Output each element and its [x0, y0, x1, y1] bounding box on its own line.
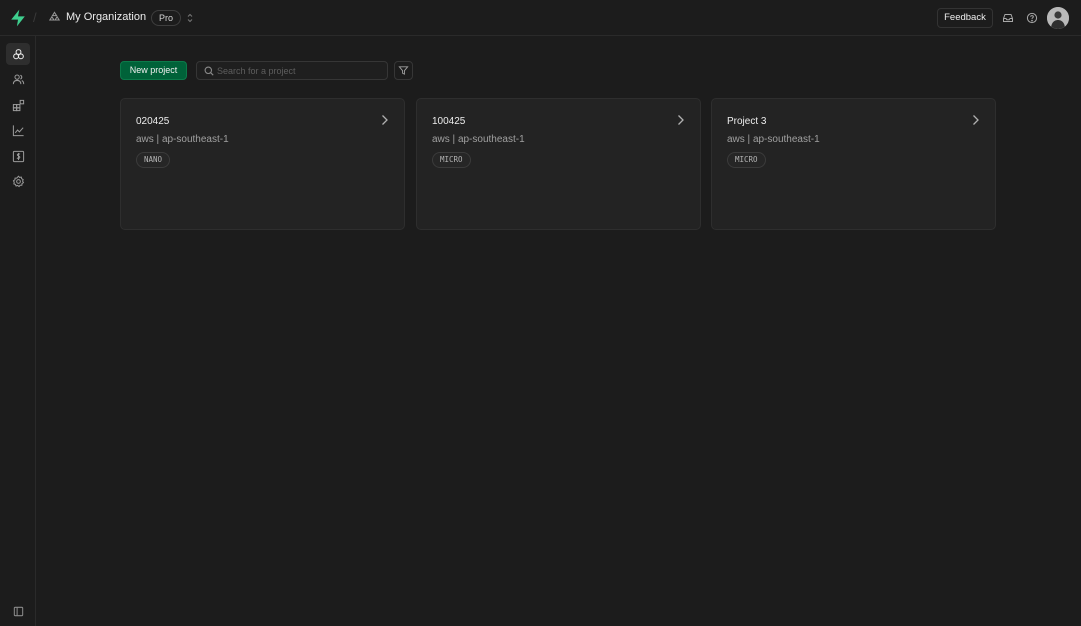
sidebar-item-team[interactable]: [6, 68, 30, 90]
filter-button[interactable]: [394, 61, 413, 80]
chevron-right-icon: [973, 115, 979, 125]
new-project-button[interactable]: New project: [120, 61, 187, 80]
project-region: aws | ap-southeast-1: [136, 134, 229, 145]
chevron-up-down-icon[interactable]: [186, 12, 194, 24]
compute-size-badge: MICRO: [432, 152, 471, 168]
usage-icon: [12, 124, 24, 136]
project-card[interactable]: 100425 aws | ap-southeast-1 MICRO: [416, 98, 701, 230]
organization-name[interactable]: My Organization: [66, 11, 146, 23]
sidebar: [0, 36, 36, 626]
sidebar-collapse-button[interactable]: [6, 600, 30, 622]
sidebar-item-projects[interactable]: [6, 43, 30, 65]
search-input[interactable]: [217, 63, 382, 78]
search-icon: [204, 66, 214, 76]
compute-size-badge: NANO: [136, 152, 171, 168]
inbox-icon[interactable]: [1002, 12, 1014, 24]
chevron-right-icon: [678, 115, 684, 125]
plan-badge: Pro: [151, 10, 182, 26]
sidebar-item-billing[interactable]: [6, 145, 30, 167]
integrations-icon: [12, 99, 24, 111]
filter-icon: [398, 66, 409, 75]
organization-icon: [48, 11, 61, 21]
sidebar-toggle-icon: [13, 606, 23, 616]
project-card[interactable]: 020425 aws | ap-southeast-1 NANO: [120, 98, 405, 230]
project-name: 020425: [136, 116, 170, 127]
project-name: 100425: [432, 116, 466, 127]
projects-icon: [12, 48, 24, 59]
top-bar: / My Organization Pro Feedback: [0, 0, 1081, 36]
project-name: Project 3: [727, 116, 767, 127]
compute-size-badge: MICRO: [727, 152, 766, 168]
project-card[interactable]: Project 3 aws | ap-southeast-1 MICRO: [711, 98, 996, 230]
user-avatar[interactable]: [1047, 7, 1069, 29]
feedback-button[interactable]: Feedback: [937, 8, 993, 28]
sidebar-item-usage[interactable]: [6, 119, 30, 141]
project-region: aws | ap-southeast-1: [432, 134, 525, 145]
breadcrumb-separator: /: [33, 10, 37, 25]
chevron-right-icon: [382, 115, 388, 125]
project-region: aws | ap-southeast-1: [727, 134, 820, 145]
supabase-logo-icon[interactable]: [10, 9, 26, 27]
sidebar-item-integrations[interactable]: [6, 94, 30, 116]
sidebar-item-settings[interactable]: [6, 170, 30, 192]
search-box[interactable]: [196, 61, 388, 80]
settings-icon: [12, 174, 24, 187]
help-icon[interactable]: [1026, 12, 1038, 24]
billing-icon: [12, 150, 24, 162]
team-icon: [12, 74, 24, 84]
